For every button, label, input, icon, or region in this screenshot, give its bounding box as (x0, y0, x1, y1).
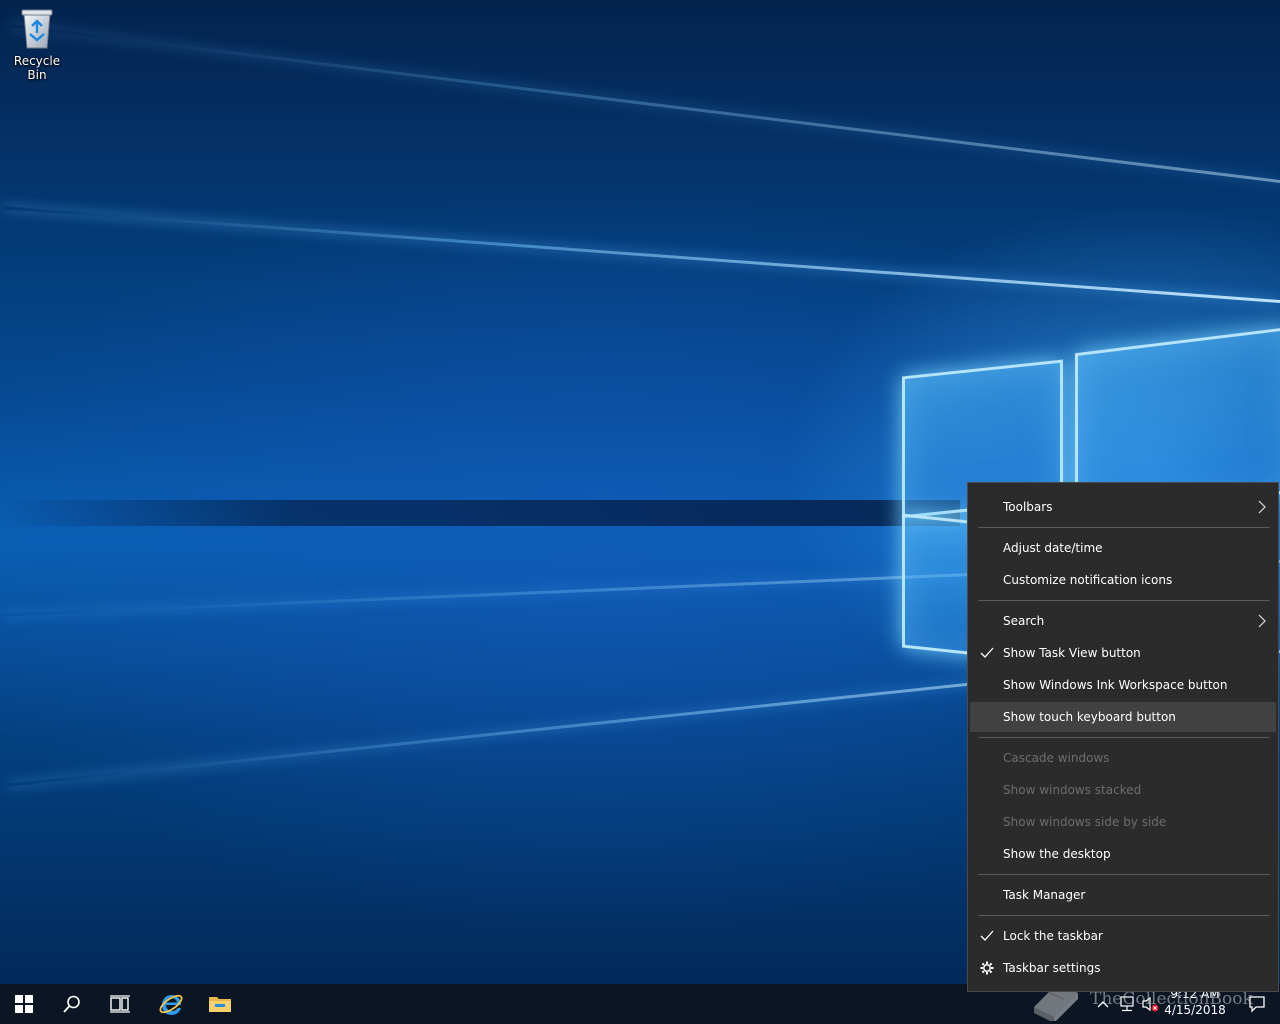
wallpaper-shadow-band (0, 500, 960, 526)
file-explorer-button[interactable] (196, 984, 244, 1024)
search-icon (63, 995, 80, 1013)
menu-item-label: Adjust date/time (1003, 541, 1103, 555)
desktop-icon-recycle-bin[interactable]: Recycle Bin (4, 6, 70, 82)
menu-separator (978, 737, 1270, 738)
menu-item-label: Toolbars (1003, 500, 1053, 514)
chevron-right-icon (1258, 500, 1266, 514)
menu-item-customize-notification-icons[interactable]: Customize notification icons (970, 565, 1276, 595)
menu-item-taskbar-settings[interactable]: Taskbar settings (970, 953, 1276, 983)
wallpaper-beam (3, 206, 1280, 303)
gear-icon (980, 961, 994, 975)
menu-item-label: Show touch keyboard button (1003, 710, 1176, 724)
menu-item-label: Cascade windows (1003, 751, 1110, 765)
menu-item-label: Show Windows Ink Workspace button (1003, 678, 1228, 692)
recycle-bin-icon (21, 9, 53, 49)
menu-item-cascade-windows: Cascade windows (970, 743, 1276, 773)
checkmark-icon (980, 647, 994, 658)
menu-separator (978, 915, 1270, 916)
desktop-icon-label: Recycle Bin (13, 54, 61, 82)
start-button[interactable] (0, 984, 48, 1024)
menu-item-lock-the-taskbar[interactable]: Lock the taskbar (970, 921, 1276, 951)
taskbar-context-menu: Toolbars Adjust date/time Customize noti… (967, 482, 1279, 992)
menu-item-task-manager[interactable]: Task Manager (970, 880, 1276, 910)
menu-item-label: Lock the taskbar (1003, 929, 1103, 943)
internet-explorer-icon (159, 994, 183, 1015)
menu-item-adjust-date-time[interactable]: Adjust date/time (970, 533, 1276, 563)
menu-item-label: Show windows stacked (1003, 783, 1142, 797)
menu-item-show-the-desktop[interactable]: Show the desktop (970, 839, 1276, 869)
menu-separator (978, 874, 1270, 875)
menu-item-label: Search (1003, 614, 1045, 628)
wallpaper-beam (9, 24, 1280, 183)
start-icon (15, 995, 33, 1013)
menu-item-toolbars[interactable]: Toolbars (970, 492, 1276, 522)
internet-explorer-button[interactable] (147, 984, 195, 1024)
task-view-button[interactable] (96, 984, 144, 1024)
menu-item-label: Show windows side by side (1003, 815, 1167, 829)
menu-separator (978, 600, 1270, 601)
menu-item-show-windows-ink-workspace-button[interactable]: Show Windows Ink Workspace button (970, 670, 1276, 700)
menu-separator (978, 527, 1270, 528)
watermark-text: TheCollectionBook (1090, 989, 1253, 1009)
menu-item-label: Taskbar settings (1003, 961, 1101, 975)
menu-item-show-windows-side-by-side: Show windows side by side (970, 807, 1276, 837)
menu-item-label: Task Manager (1003, 888, 1086, 902)
menu-item-show-task-view-button[interactable]: Show Task View button (970, 638, 1276, 668)
menu-item-show-touch-keyboard-button[interactable]: Show touch keyboard button (970, 702, 1276, 732)
file-explorer-icon (209, 997, 231, 1012)
search-button[interactable] (48, 984, 96, 1024)
task-view-icon (110, 995, 130, 1013)
menu-item-label: Show Task View button (1003, 646, 1141, 660)
menu-item-show-windows-stacked: Show windows stacked (970, 775, 1276, 805)
chevron-right-icon (1258, 614, 1266, 628)
menu-item-search[interactable]: Search (970, 606, 1276, 636)
menu-item-label: Show the desktop (1003, 847, 1111, 861)
menu-item-label: Customize notification icons (1003, 573, 1173, 587)
checkmark-icon (980, 930, 994, 941)
